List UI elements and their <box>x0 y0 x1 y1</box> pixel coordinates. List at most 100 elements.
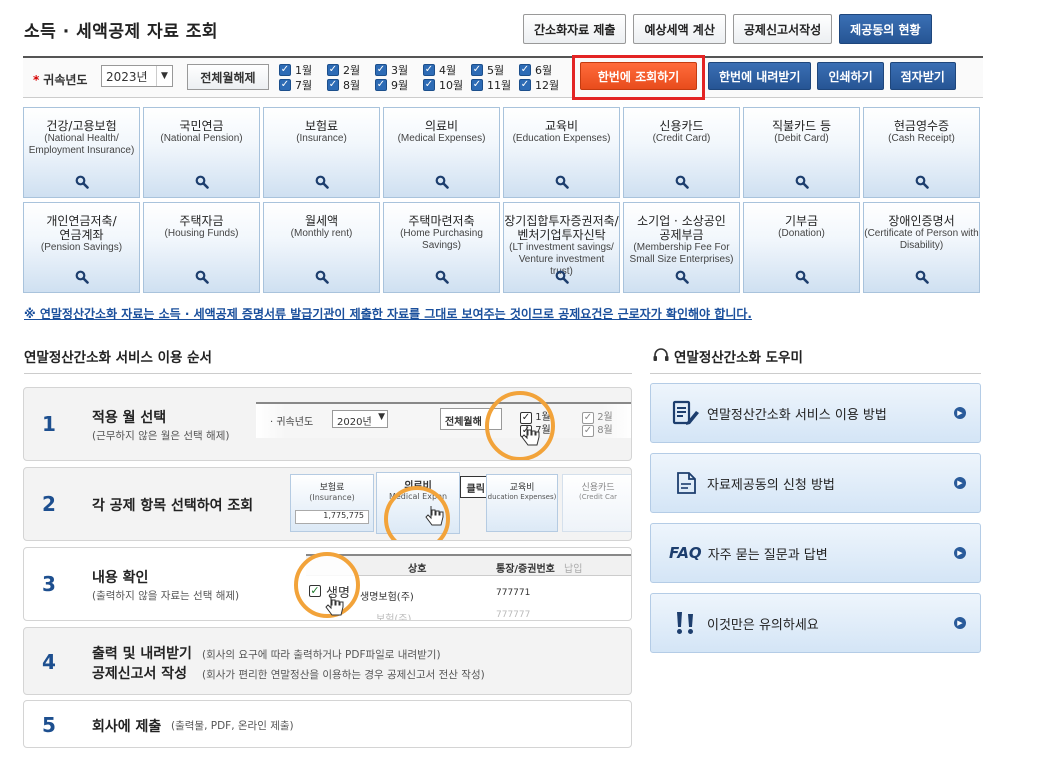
step-title: 내용 확인 <box>92 570 149 586</box>
category-tile-home-purchasing-savings[interactable]: 주택마련저축 (Home Purchasing Savings) <box>383 202 500 293</box>
month-checkbox-6[interactable]: ✓ 6월 <box>519 62 567 77</box>
checkbox-checked-icon: ✓ <box>471 63 483 76</box>
category-label-en: (Home Purchasing <box>400 228 483 239</box>
download-all-button[interactable]: 한번에 내려받기 <box>708 62 812 90</box>
search-icon <box>675 175 689 189</box>
step-title: 적용 월 선택 <box>92 410 167 426</box>
category-tile-cash-receipt[interactable]: 현금영수증 (Cash Receipt) <box>863 107 980 198</box>
checkbox-checked-icon: ✓ <box>309 584 321 597</box>
category-label: 주택자금 <box>179 214 224 228</box>
month-checkbox-5[interactable]: ✓ 5월 <box>471 62 519 77</box>
month-checkbox-11[interactable]: ✓ 11월 <box>471 77 519 92</box>
category-tile-pension-savings[interactable]: 개인연금저축/연금계좌 (Pension Savings) <box>23 202 140 293</box>
category-label-en: (Pension Savings) <box>40 242 123 253</box>
page-title: 소득 · 세액공제 자료 조회 <box>24 22 219 42</box>
document-pen-icon <box>669 399 703 427</box>
step-number: 3 <box>42 572 56 596</box>
deduction-form-button[interactable]: 공제신고서작성 <box>732 14 833 44</box>
category-tile-small-business-fee[interactable]: 소기업 · 소상공인 공제부금 (Membership Fee For Small S… <box>623 202 740 293</box>
month-checkbox-9[interactable]: ✓ 9월 <box>375 77 423 92</box>
checkbox-checked-icon: ✓ <box>519 78 531 91</box>
hand-cursor-icon <box>425 506 444 526</box>
category-tile-health-employment-insurance[interactable]: 건강/고용보험 (National Health/Employment Insur… <box>23 107 140 198</box>
category-label-en: (LT investment savings/ <box>509 242 614 253</box>
hand-cursor-icon <box>521 426 540 446</box>
category-tile-housing-funds[interactable]: 주택자금 (Housing Funds) <box>143 202 260 293</box>
month-checkbox-1[interactable]: ✓ 1월 <box>279 62 327 77</box>
month-checkbox-2[interactable]: ✓ 2월 <box>327 62 375 77</box>
category-tile-credit-card[interactable]: 신용카드 (Credit Card) <box>623 107 740 198</box>
help-section-title: 연말정산간소화 도우미 <box>652 346 803 366</box>
category-label-en: Venture investment <box>518 254 605 265</box>
category-label: 주택마련저축 <box>408 214 475 228</box>
help-item-service-guide[interactable]: 연말정산간소화 서비스 이용 방법 ▶ <box>650 383 981 443</box>
category-label: 기부금 <box>784 214 819 228</box>
step-title: 출력 및 내려받기 <box>92 646 192 662</box>
mock-category-credit: 신용카드 (Credit Car <box>562 474 631 532</box>
category-label: 교육비 <box>544 119 579 133</box>
query-all-button[interactable]: 한번에 조회하기 <box>580 62 697 90</box>
month-checkbox-7[interactable]: ✓ 7월 <box>279 77 327 92</box>
month-checkbox-4[interactable]: ✓ 4월 <box>423 62 471 77</box>
category-tile-monthly-rent[interactable]: 월세액 (Monthly rent) <box>263 202 380 293</box>
checkbox-checked-icon: ✓ <box>375 63 387 76</box>
step-subtitle: (출력물, PDF, 온라인 제출) <box>171 720 294 732</box>
category-label-en: Small Size Enterprises) <box>629 254 734 265</box>
chevron-right-icon: ▶ <box>954 477 966 489</box>
checkbox-checked-icon: ✓ <box>327 63 339 76</box>
category-label: 현금영수증 <box>893 119 950 133</box>
step-title: 회사에 제출 <box>92 719 162 735</box>
step-subtitle: (출력하지 않을 자료는 선택 해제) <box>92 590 240 602</box>
category-label-en: (Donation) <box>778 228 825 239</box>
step-number: 4 <box>42 650 56 674</box>
category-tile-debit-card[interactable]: 직불카드 등 (Debit Card) <box>743 107 860 198</box>
clear-all-months-button[interactable]: 전체월해제 <box>187 64 269 90</box>
checkbox-checked-icon: ✓ <box>375 78 387 91</box>
category-label: 신용카드 <box>659 119 704 133</box>
category-tile-disability-certificate[interactable]: 장애인증명서 (Certificate of Person with Disabil… <box>863 202 980 293</box>
month-checkbox-3[interactable]: ✓ 3월 <box>375 62 423 77</box>
category-label: 월세액 <box>304 214 339 228</box>
search-icon <box>555 175 569 189</box>
consent-status-button[interactable]: 제공동의 현황 <box>839 14 932 44</box>
month-checkbox-12[interactable]: ✓ 12월 <box>519 77 567 92</box>
mock-month-8: ✓ 8월 <box>582 425 613 437</box>
braille-button[interactable]: 점자받기 <box>889 62 956 90</box>
step-title: 각 공제 항목 선택하여 조회 <box>92 498 254 514</box>
category-tile-insurance[interactable]: 보험료 (Insurance) <box>263 107 380 198</box>
month-checkbox-8[interactable]: ✓ 8월 <box>327 77 375 92</box>
submit-simplified-data-button[interactable]: 간소화자료 제출 <box>523 14 627 44</box>
category-label-en: (Housing Funds) <box>164 228 239 239</box>
category-label-en: (Credit Card) <box>652 133 711 144</box>
help-item-faq[interactable]: FAQ 자주 묻는 질문과 답변 ▶ <box>650 523 981 583</box>
section-divider <box>24 373 632 374</box>
print-button[interactable]: 인쇄하기 <box>817 62 884 90</box>
checkbox-checked-icon: ✓ <box>279 78 291 91</box>
help-item-consent-guide[interactable]: 자료제공동의 신청 방법 ▶ <box>650 453 981 513</box>
category-tile-medical-expenses[interactable]: 의료비 (Medical Expenses) <box>383 107 500 198</box>
month-checkboxes: ✓ 1월 ✓ 2월 ✓ 3월 ✓ 4월 ✓ 5월 ✓ 6월 ✓ 7월 ✓ 8월 ✓ 9월 ✓ 10월… <box>279 62 567 92</box>
chevron-right-icon: ▶ <box>954 547 966 559</box>
help-item-caution[interactable]: 이것만은 유의하세요 ▶ <box>650 593 981 653</box>
category-label-en: (Medical Expenses) <box>397 133 486 144</box>
category-tile-lt-investment-savings[interactable]: 장기집합투자증권저축/벤처기업투자신탁 (LT investment saving… <box>503 202 620 293</box>
estimate-tax-button[interactable]: 예상세액 계산 <box>633 14 726 44</box>
category-tile-donation[interactable]: 기부금 (Donation) <box>743 202 860 293</box>
step-number: 5 <box>42 713 56 737</box>
month-checkbox-10[interactable]: ✓ 10월 <box>423 77 471 92</box>
search-icon <box>75 175 89 189</box>
step-4: 4 출력 및 내려받기 공제신고서 작성 (회사의 요구에 따라 출력하거나 P… <box>23 627 632 695</box>
category-label: 국민연금 <box>179 119 224 133</box>
year-label: * 귀속년도 <box>33 73 88 87</box>
category-label-en: (Cash Receipt) <box>888 133 955 144</box>
category-tile-education-expenses[interactable]: 교육비 (Education Expenses) <box>503 107 620 198</box>
category-label-en: Employment Insurance) <box>28 145 135 156</box>
year-select[interactable]: 2023년 ▼ <box>101 65 173 87</box>
category-tile-national-pension[interactable]: 국민연금 (National Pension) <box>143 107 260 198</box>
notice-link[interactable]: ※ 연말정산간소화 자료는 소득 · 세액공제 증명서류 발급기관이 제출한 자… <box>24 305 752 322</box>
top-button-group: 간소화자료 제출 예상세액 계산 공제신고서작성 제공동의 현황 <box>523 14 932 44</box>
checkbox-checked-icon: ✓ <box>471 78 483 91</box>
checkbox-checked-icon: ✓ <box>519 63 531 76</box>
category-label: 연금계좌 <box>59 228 104 242</box>
step-subtitle-2: (회사가 편리한 연말정산을 이용하는 경우 공제신고서 전산 작성) <box>202 669 485 681</box>
